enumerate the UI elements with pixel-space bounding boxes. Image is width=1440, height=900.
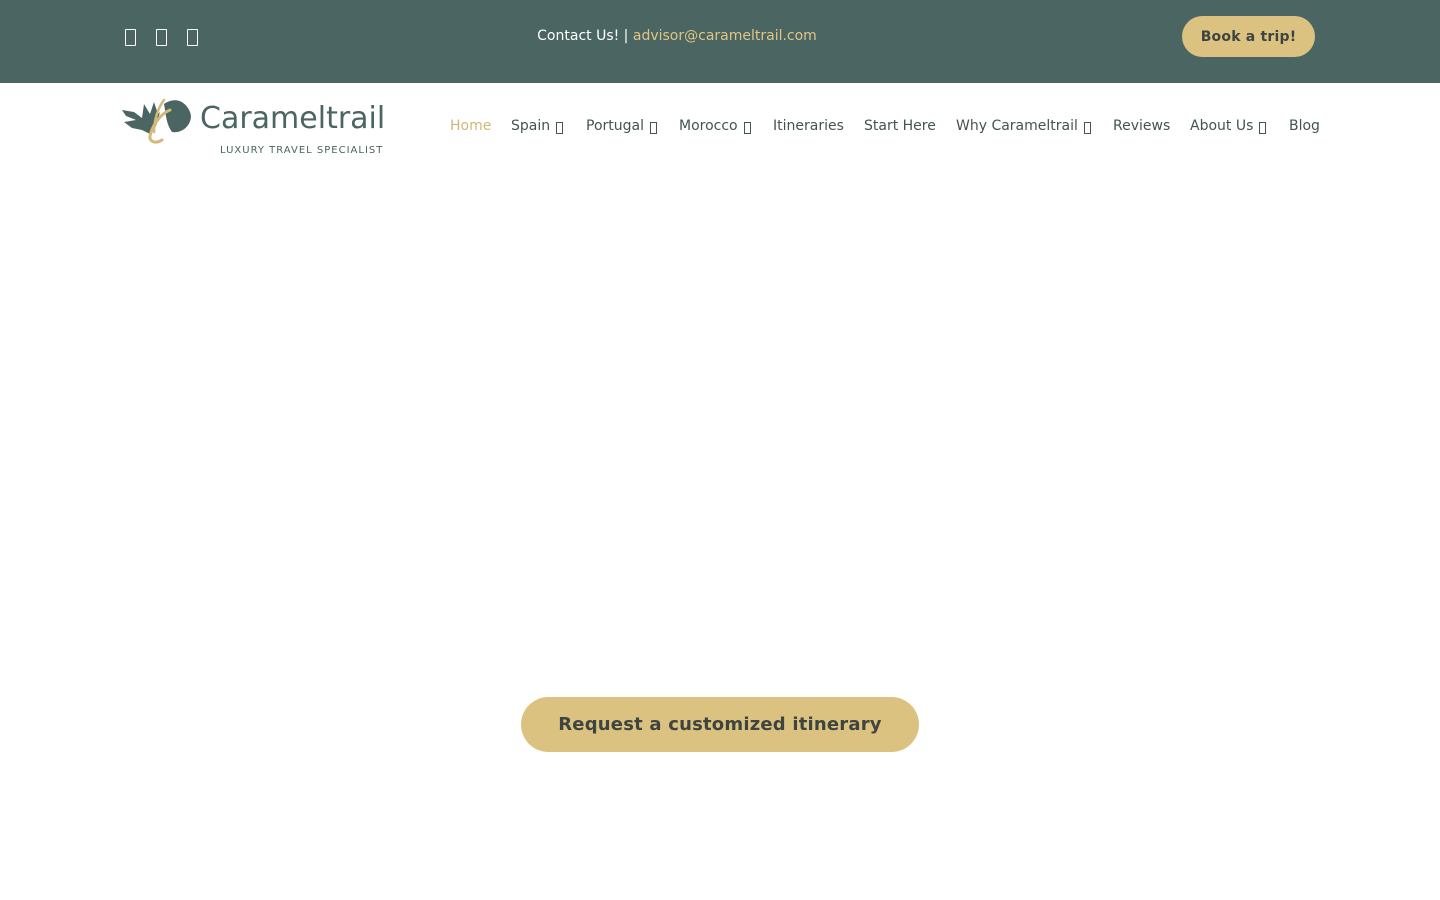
nav-item-label: Start Here	[864, 118, 936, 134]
nav-item-spain[interactable]: Spain	[511, 115, 564, 137]
main-nav: Home Spain Portugal Morocco Itineraries …	[0, 115, 1440, 137]
nav-item-about-us[interactable]: About Us	[1190, 115, 1267, 137]
nav-item-blog[interactable]: Blog	[1289, 115, 1320, 137]
nav-item-reviews[interactable]: Reviews	[1113, 115, 1170, 137]
nav-item-label: Portugal	[586, 118, 644, 134]
nav-item-portugal[interactable]: Portugal	[586, 115, 657, 137]
nav-item-label: Spain	[511, 118, 551, 134]
nav-item-label: About Us	[1190, 118, 1254, 134]
nav-item-itineraries[interactable]: Itineraries	[773, 115, 844, 137]
nav-item-label: Reviews	[1113, 118, 1171, 134]
nav-item-why-carameltrail[interactable]: Why Carameltrail	[956, 115, 1091, 137]
chevron-down-icon	[1259, 121, 1267, 134]
logo-tagline: LUXURY TRAVEL SPECIALIST	[220, 145, 383, 156]
chevron-down-icon	[649, 121, 657, 134]
nav-item-label: Morocco	[679, 118, 738, 134]
nav-item-label: Home	[450, 118, 492, 134]
nav-item-label: Itineraries	[773, 118, 844, 134]
nav-item-label: Blog	[1289, 118, 1320, 134]
nav-item-start-here[interactable]: Start Here	[864, 115, 936, 137]
request-itinerary-button[interactable]: Request a customized itinerary	[521, 697, 919, 752]
nav-item-morocco[interactable]: Morocco	[679, 115, 751, 137]
contact-email-link[interactable]: advisor@carameltrail.com	[633, 28, 817, 44]
book-trip-button[interactable]: Book a trip!	[1182, 16, 1315, 57]
chevron-down-icon	[556, 121, 564, 134]
chevron-down-icon	[1083, 121, 1091, 134]
contact-label: Contact Us! |	[537, 28, 633, 44]
nav-item-home[interactable]: Home	[450, 115, 491, 137]
chevron-down-icon	[743, 121, 751, 134]
top-bar: Contact Us! | advisor@carameltrail.com B…	[0, 0, 1440, 83]
nav-item-label: Why Carameltrail	[956, 118, 1078, 134]
contact-info: Contact Us! | advisor@carameltrail.com	[0, 26, 1354, 46]
